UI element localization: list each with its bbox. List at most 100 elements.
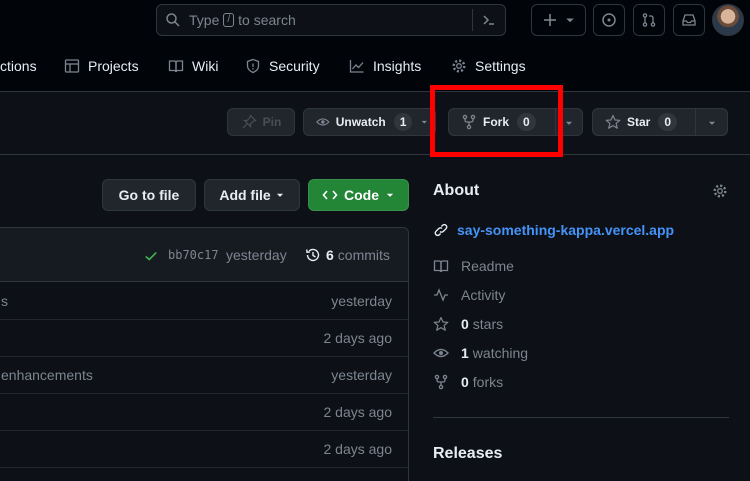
inbox-icon	[682, 14, 696, 26]
star-split-divider	[695, 109, 696, 135]
tab-settings-label: Settings	[475, 58, 526, 74]
commit-time: yesterday	[226, 247, 287, 263]
command-palette-icon[interactable]	[481, 12, 497, 28]
unwatch-label: Unwatch	[335, 115, 386, 129]
go-to-file-button[interactable]: Go to file	[102, 179, 196, 211]
code-label: Code	[344, 187, 379, 203]
issue-opened-icon	[602, 13, 616, 27]
search-shortcut-key: /	[223, 13, 235, 27]
code-button[interactable]: Code	[308, 179, 409, 211]
commits-link[interactable]: 6 commits	[305, 247, 390, 263]
tab-security[interactable]: Security	[245, 58, 320, 74]
go-to-file-label: Go to file	[118, 187, 180, 203]
unwatch-count: 1	[393, 113, 413, 131]
table-row: 2 days ago	[0, 320, 408, 357]
star-button[interactable]: Star 0	[592, 108, 728, 136]
code-icon	[322, 190, 338, 200]
link-icon	[434, 223, 448, 237]
pin-icon	[242, 114, 257, 129]
tab-projects-label: Projects	[88, 58, 139, 74]
repo-nav: ctions Projects Wiki Security Insights S…	[0, 40, 750, 92]
pull-requests-button[interactable]	[633, 4, 665, 36]
row-commit-message[interactable]: s	[1, 293, 8, 309]
file-list: bb70c17 yesterday 6 commits s yesterday …	[0, 227, 409, 481]
tab-security-label: Security	[269, 58, 320, 74]
table-icon	[64, 59, 80, 73]
row-age: 2 days ago	[323, 330, 393, 346]
forks-link[interactable]: 0 forks	[433, 374, 503, 390]
fork-highlight-box	[430, 85, 563, 157]
commits-count: 6	[326, 247, 334, 263]
forks-label: forks	[472, 374, 504, 390]
tab-wiki-label: Wiki	[192, 58, 219, 74]
global-header: Type / to search	[0, 0, 750, 40]
watching-count: 1	[461, 345, 469, 361]
search-placeholder: Type / to search	[189, 12, 296, 28]
search-divider	[472, 9, 473, 31]
search-prefix: Type	[189, 12, 220, 28]
star-label: Star	[627, 115, 651, 129]
watching-link[interactable]: 1 watching	[433, 345, 528, 361]
row-age: 2 days ago	[323, 441, 393, 457]
about-heading: About	[433, 182, 480, 199]
readme-link[interactable]: Readme	[433, 258, 514, 274]
triangle-down-icon	[422, 120, 428, 124]
homepage-link[interactable]: say-something-kappa.vercel.app	[433, 222, 674, 238]
gear-icon[interactable]	[712, 183, 728, 199]
activity-link[interactable]: Activity	[433, 287, 505, 303]
pin-button[interactable]: Pin	[227, 108, 295, 136]
tab-projects[interactable]: Projects	[64, 58, 139, 74]
triangle-down-icon	[386, 193, 394, 197]
search-input[interactable]: Type / to search	[156, 4, 506, 36]
triangle-down-icon[interactable]	[564, 115, 574, 131]
search-icon	[166, 13, 180, 27]
table-row: 2 days ago	[0, 431, 408, 468]
commit-sha[interactable]: bb70c17	[168, 248, 219, 262]
eye-icon	[316, 118, 330, 126]
tab-actions[interactable]: ctions	[0, 58, 37, 74]
row-age: yesterday	[331, 367, 392, 383]
table-row: 2 days ago	[0, 394, 408, 431]
latest-commit-bar: bb70c17 yesterday 6 commits	[0, 228, 408, 282]
stars-count: 0	[461, 316, 469, 332]
git-pull-request-icon	[642, 13, 656, 27]
check-icon	[145, 251, 157, 261]
table-row: s yesterday	[0, 283, 408, 320]
pulse-icon	[434, 288, 448, 302]
triangle-down-icon	[565, 18, 574, 23]
tab-insights[interactable]: Insights	[349, 58, 421, 74]
inbox-button[interactable]	[673, 4, 705, 36]
tab-actions-label: ctions	[0, 58, 37, 74]
row-age: yesterday	[331, 293, 392, 309]
tab-settings[interactable]: Settings	[451, 58, 526, 74]
row-commit-message[interactable]: enhancements	[1, 367, 93, 383]
gear-icon	[452, 59, 466, 73]
shield-icon	[246, 58, 260, 74]
stars-label: stars	[472, 316, 504, 332]
book-icon	[433, 260, 449, 273]
commits-label: commits	[337, 247, 390, 263]
releases-heading[interactable]: Releases	[433, 445, 502, 463]
triangle-down-icon	[276, 193, 283, 197]
repo-forked-icon	[434, 374, 448, 390]
graph-icon	[349, 60, 364, 73]
star-icon	[605, 114, 621, 129]
issues-button[interactable]	[593, 4, 625, 36]
add-file-button[interactable]: Add file	[204, 179, 300, 211]
add-file-label: Add file	[219, 187, 271, 203]
history-icon	[306, 248, 320, 262]
tab-wiki[interactable]: Wiki	[168, 58, 218, 74]
search-suffix: to search	[238, 12, 296, 28]
activity-label: Activity	[461, 287, 506, 303]
tab-insights-label: Insights	[373, 58, 422, 74]
pin-label: Pin	[262, 115, 282, 129]
create-new-button[interactable]	[531, 4, 586, 36]
unwatch-button[interactable]: Unwatch 1	[303, 108, 436, 136]
plus-icon	[543, 14, 556, 26]
stars-link[interactable]: 0 stars	[433, 316, 503, 332]
star-icon	[433, 316, 449, 331]
book-icon	[168, 60, 184, 73]
homepage-link-label: say-something-kappa.vercel.app	[457, 222, 675, 238]
triangle-down-icon[interactable]	[707, 115, 717, 131]
avatar[interactable]	[712, 4, 744, 36]
